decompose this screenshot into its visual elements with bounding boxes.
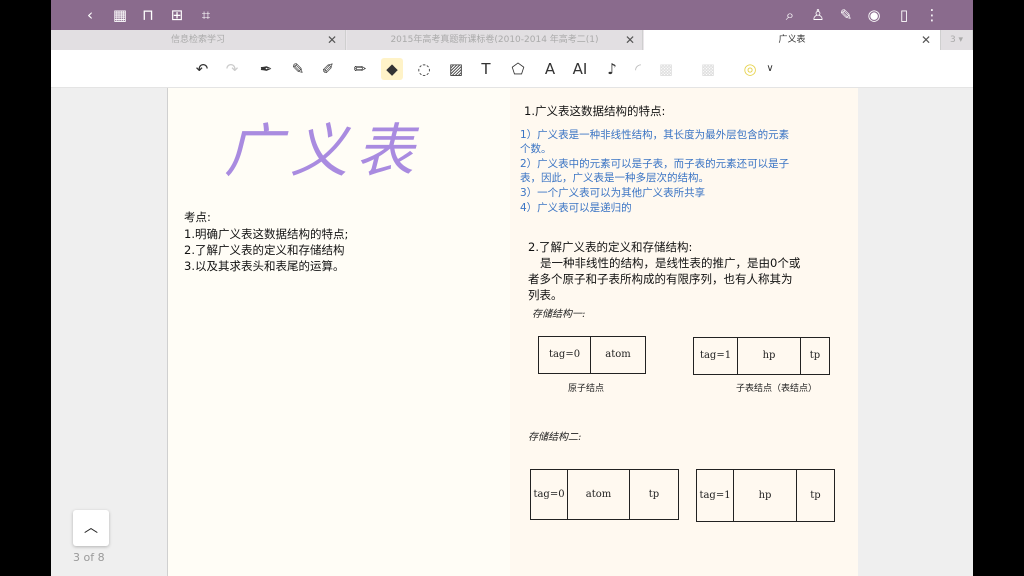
- close-icon[interactable]: ✕: [921, 30, 931, 50]
- chevron-down-icon[interactable]: ∨: [759, 58, 781, 80]
- read-mode-icon[interactable]: ◉: [863, 4, 885, 26]
- tab-4[interactable]: 3 ▾: [941, 30, 973, 50]
- point-line: 个数。: [520, 143, 552, 155]
- drawing-toolbar: ↶ ↷ ✒ ✎ ✐ ✏ ◆ ◌ ▨ T ⬠ A AI ♪ ◜ ▩ ▩ ◎ ∨: [51, 50, 973, 88]
- note-line: 1.明确广义表这数据结构的特点;: [184, 227, 349, 241]
- sublist-node-diagram: tag=1 hp tp: [693, 337, 830, 375]
- page-indicator: 3 of 8: [73, 551, 105, 564]
- laser-icon[interactable]: ◜: [627, 58, 649, 80]
- note-line: 3.以及其求表头和表尾的运算。: [184, 259, 345, 273]
- brush-pen-icon[interactable]: ✐: [317, 58, 339, 80]
- point-line: 4）广义表可以是递归的: [520, 202, 632, 214]
- bookmark-icon[interactable]: ⊓: [137, 4, 159, 26]
- definition-line: 列表。: [528, 288, 563, 302]
- node-cell: tp: [648, 488, 660, 500]
- microphone-icon[interactable]: ♪: [601, 58, 623, 80]
- color-picker-icon[interactable]: ◎: [739, 58, 761, 80]
- ai-icon[interactable]: AI: [569, 58, 591, 80]
- grid-icon[interactable]: ▦: [109, 4, 131, 26]
- crop-icon[interactable]: ⌗: [195, 4, 217, 26]
- point-line: 3）一个广义表可以为其他广义表所共享: [520, 187, 706, 199]
- notes-heading: 考点:: [184, 210, 211, 224]
- more-icon[interactable]: ⋮: [921, 4, 943, 26]
- atom-node-caption: 原子结点: [568, 384, 605, 394]
- note-line: 2.了解广义表的定义和存储结构: [184, 243, 345, 257]
- lasso-icon[interactable]: ◌: [413, 58, 435, 80]
- node-cell: tag=0: [531, 470, 568, 519]
- node-cell: atom: [568, 470, 630, 519]
- definition-line: 是一种非线性的结构，是线性表的推广，是由0个或: [540, 256, 801, 270]
- tab-label: 广义表: [778, 35, 806, 45]
- pen-mode-icon[interactable]: ✎: [835, 4, 857, 26]
- shirt-icon[interactable]: ♙: [807, 4, 829, 26]
- back-icon[interactable]: ‹: [79, 4, 101, 26]
- highlighter-icon[interactable]: ✏: [349, 58, 371, 80]
- node-cell: tag=1: [697, 470, 734, 521]
- section1-title: 1.广义表这数据结构的特点:: [524, 104, 666, 118]
- atom-node-diagram-2: tag=0 atom tp: [530, 469, 679, 520]
- section2-title: 2.了解广义表的定义和存储结构:: [528, 240, 693, 254]
- undo-icon[interactable]: ↶: [191, 58, 213, 80]
- close-icon[interactable]: ✕: [327, 30, 337, 50]
- sublist-node-diagram-2: tag=1 hp tp: [696, 469, 835, 522]
- node-cell: atom: [605, 349, 631, 360]
- eraser-icon[interactable]: ◆: [381, 58, 403, 80]
- tab-label: 2015年高考真题新课标卷(2010-2014 年高考二(1): [390, 35, 599, 45]
- scroll-up-button[interactable]: ︿: [73, 510, 109, 546]
- image-icon[interactable]: ▨: [445, 58, 467, 80]
- layout-icon[interactable]: ▯: [893, 4, 915, 26]
- atom-node-diagram: tag=0 atom: [538, 336, 646, 374]
- node-cell: hp: [738, 338, 801, 374]
- right-page: 1.广义表这数据结构的特点: 1）广义表是一种非线性结构，其长度为最外层包含的元…: [510, 88, 858, 576]
- tab-label: 3: [949, 35, 956, 45]
- node-cell: tag=1: [694, 338, 738, 374]
- app-top-bar: ‹ ▦ ⊓ ⊞ ⌗ ⌕ ♙ ✎ ◉ ▯ ⋮: [51, 0, 973, 30]
- search-icon[interactable]: ⌕: [779, 4, 801, 26]
- note-app: ‹ ▦ ⊓ ⊞ ⌗ ⌕ ♙ ✎ ◉ ▯ ⋮ 信息检索学习 ✕ 2015年高考真题…: [51, 0, 973, 576]
- point-line: 表，因此，广义表是一种多层次的结构。: [520, 172, 709, 184]
- tab-2[interactable]: 2015年高考真题新课标卷(2010-2014 年高考二(1): [347, 30, 643, 50]
- close-icon[interactable]: ✕: [625, 30, 635, 50]
- redo-icon[interactable]: ↷: [221, 58, 243, 80]
- tab-active[interactable]: 广义表: [644, 30, 941, 50]
- left-page: 广义表 考点: 1.明确广义表这数据结构的特点; 2.了解广义表的定义和存储结构…: [167, 88, 511, 576]
- point-line: 2）广义表中的元素可以是子表，而子表的元素还可以是子: [520, 158, 790, 170]
- storage1-label: 存储结构一:: [532, 309, 586, 320]
- add-page-icon[interactable]: ⊞: [166, 4, 188, 26]
- definition-line: 者多个原子和子表所构成的有限序列，也有人称其为: [528, 272, 793, 286]
- sublist-node-caption: 子表结点（表结点）: [736, 384, 818, 394]
- text-recognize-icon[interactable]: A: [539, 58, 561, 80]
- tab-bar: 信息检索学习 ✕ 2015年高考真题新课标卷(2010-2014 年高考二(1)…: [51, 30, 973, 50]
- shape-icon[interactable]: ⬠: [507, 58, 529, 80]
- pattern-icon-2[interactable]: ▩: [697, 58, 719, 80]
- tab-label: 信息检索学习: [170, 35, 225, 45]
- note-canvas: ︿ 3 of 8 广义表 考点: 1.明确广义表这数据结构的特点; 2.了解广义…: [51, 88, 973, 576]
- text-box-icon[interactable]: T: [475, 58, 497, 80]
- node-cell: tp: [809, 350, 821, 361]
- handwritten-title: 广义表: [224, 117, 423, 185]
- node-cell: tp: [810, 489, 821, 501]
- pattern-icon[interactable]: ▩: [655, 58, 677, 80]
- tab-1[interactable]: 信息检索学习: [51, 30, 346, 50]
- fountain-pen-icon[interactable]: ✒: [255, 58, 277, 80]
- storage2-label: 存储结构二:: [528, 432, 582, 443]
- point-line: 1）广义表是一种非线性结构，其长度为最外层包含的元素: [520, 129, 790, 141]
- ballpoint-pen-icon[interactable]: ✎: [287, 58, 309, 80]
- node-cell: hp: [734, 470, 797, 521]
- node-cell: tag=0: [539, 337, 591, 373]
